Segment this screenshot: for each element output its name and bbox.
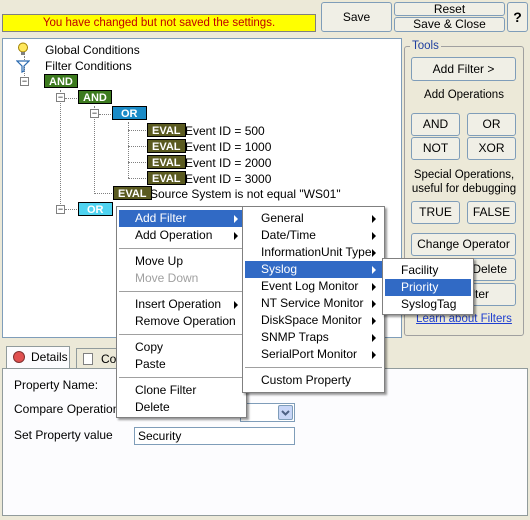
reset-button[interactable]: Reset xyxy=(394,2,505,16)
menu-remove-operation[interactable]: Remove Operation xyxy=(119,313,244,330)
submenu-serialport-monitor[interactable]: SerialPort Monitor xyxy=(245,346,382,363)
eval-tag: EVAL xyxy=(113,186,152,200)
submenu-custom-property[interactable]: Custom Property xyxy=(245,372,382,389)
menu-add-operation[interactable]: Add Operation xyxy=(119,227,244,244)
add-operations-label: Add Operations xyxy=(424,89,504,101)
eval-tag: EVAL xyxy=(147,171,186,185)
tree-line xyxy=(65,209,77,210)
tree-line xyxy=(128,178,146,179)
eval-tag: EVAL xyxy=(147,139,186,153)
chevron-down-icon[interactable] xyxy=(278,405,293,420)
eval-filter-node[interactable]: Source System is not equal "WS01" xyxy=(150,187,341,201)
menu-paste[interactable]: Paste xyxy=(119,356,244,373)
property-value-field[interactable]: Security xyxy=(134,427,295,445)
add-filter-submenu: General Date/Time InformationUnit Type S… xyxy=(242,206,385,393)
filter-window: You have changed but not saved the setti… xyxy=(0,0,530,520)
tree-line xyxy=(128,130,146,131)
tree-line xyxy=(94,106,95,192)
tab-conditions-label: Co xyxy=(101,352,117,366)
syslog-tag[interactable]: SyslogTag xyxy=(385,296,471,313)
menu-clone-filter[interactable]: Clone Filter xyxy=(119,382,244,399)
submenu-syslog[interactable]: Syslog xyxy=(245,261,382,278)
submenu-snmp-traps[interactable]: SNMP Traps xyxy=(245,329,382,346)
or-operator-node[interactable]: OR xyxy=(112,106,147,120)
menu-separator xyxy=(119,248,244,249)
submenu-event-log-monitor[interactable]: Event Log Monitor xyxy=(245,278,382,295)
global-conditions-node[interactable]: Global Conditions xyxy=(45,43,140,57)
eval-filter-node[interactable]: Event ID = 500 xyxy=(185,124,265,138)
tree-line xyxy=(128,146,146,147)
filter-funnel-icon xyxy=(16,60,30,73)
tree-line xyxy=(128,162,146,163)
menu-move-down: Move Down xyxy=(135,271,199,285)
submenu-general[interactable]: General xyxy=(245,210,382,227)
eval-filter-node[interactable]: Event ID = 2000 xyxy=(185,156,271,170)
filter-conditions-node[interactable]: Filter Conditions xyxy=(45,59,132,73)
tab-details[interactable]: Details xyxy=(6,346,70,368)
tab-details-label: Details xyxy=(31,350,68,364)
collapse-toggle[interactable]: − xyxy=(20,77,29,86)
context-menu: Add Filter Add Operation Move Up Move Do… xyxy=(116,206,247,418)
property-name-label: Property Name: xyxy=(14,378,99,392)
xor-button[interactable]: XOR xyxy=(467,137,516,160)
unsaved-banner: You have changed but not saved the setti… xyxy=(2,14,316,32)
menu-separator xyxy=(119,377,244,378)
true-button[interactable]: TRUE xyxy=(411,201,460,224)
syslog-facility[interactable]: Facility xyxy=(385,262,471,279)
eval-filter-node[interactable]: Event ID = 3000 xyxy=(185,172,271,186)
compare-operation-select[interactable] xyxy=(240,403,295,422)
menu-move-up[interactable]: Move Up xyxy=(119,253,244,270)
syslog-priority[interactable]: Priority xyxy=(385,279,471,296)
or-operator-node[interactable]: OR xyxy=(78,202,113,216)
menu-separator xyxy=(119,334,244,335)
save-close-button[interactable]: Save & Close xyxy=(394,17,505,32)
document-icon xyxy=(83,353,93,365)
eval-tag: EVAL xyxy=(147,123,186,137)
submenu-date-time[interactable]: Date/Time xyxy=(245,227,382,244)
and-operator-node[interactable]: AND xyxy=(44,74,78,88)
tree-line xyxy=(94,193,112,194)
tree-line xyxy=(99,114,111,115)
collapse-toggle[interactable]: − xyxy=(56,205,65,214)
property-value-label: Set Property value xyxy=(14,428,113,442)
eval-filter-node[interactable]: Event ID = 1000 xyxy=(185,140,271,154)
and-operator-node[interactable]: AND xyxy=(78,90,112,104)
tools-title: Tools xyxy=(410,40,441,52)
help-button[interactable]: ? xyxy=(507,2,528,32)
menu-copy[interactable]: Copy xyxy=(119,339,244,356)
menu-separator xyxy=(245,367,382,368)
submenu-diskspace-monitor[interactable]: DiskSpace Monitor xyxy=(245,312,382,329)
eval-tag: EVAL xyxy=(147,155,186,169)
submenu-nt-service-monitor[interactable]: NT Service Monitor xyxy=(245,295,382,312)
menu-insert-operation[interactable]: Insert Operation xyxy=(119,296,244,313)
save-button[interactable]: Save xyxy=(321,2,392,32)
or-button[interactable]: OR xyxy=(467,113,516,136)
menu-add-filter[interactable]: Add Filter xyxy=(119,210,244,227)
add-filter-button[interactable]: Add Filter > xyxy=(411,57,516,81)
collapse-toggle[interactable]: − xyxy=(90,109,99,118)
tree-line xyxy=(60,90,61,210)
menu-delete[interactable]: Delete xyxy=(119,399,244,416)
change-operator-button[interactable]: Change Operator xyxy=(411,233,516,256)
not-button[interactable]: NOT xyxy=(411,137,460,160)
tree-line xyxy=(65,98,77,99)
special-operations-label: Special Operations, useful for debugging xyxy=(411,169,517,195)
collapse-toggle[interactable]: − xyxy=(56,93,65,102)
lightbulb-icon xyxy=(18,42,28,55)
syslog-submenu: Facility Priority SyslogTag xyxy=(382,258,474,315)
submenu-informationunit-type[interactable]: InformationUnit Type xyxy=(245,244,382,261)
details-icon xyxy=(13,351,25,363)
compare-operation-label: Compare Operation: xyxy=(14,402,123,416)
menu-separator xyxy=(119,291,244,292)
false-button[interactable]: FALSE xyxy=(467,201,516,224)
and-button[interactable]: AND xyxy=(411,113,460,136)
